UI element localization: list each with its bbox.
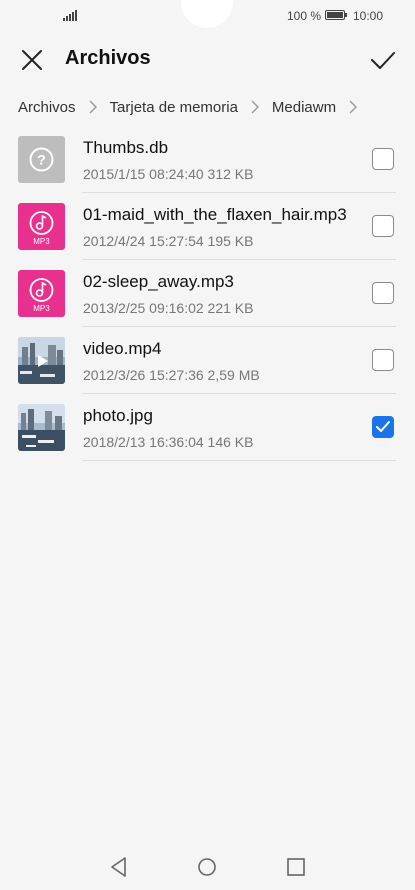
checkmark-icon: [371, 52, 395, 69]
unknown-file-icon: ?: [18, 136, 65, 183]
recent-apps-button[interactable]: [286, 857, 306, 877]
back-icon: [111, 857, 126, 877]
title-bar: Archivos: [0, 34, 415, 86]
list-item[interactable]: MP3 01-maid_with_the_flaxen_hair.mp3 201…: [0, 193, 415, 260]
breadcrumb-item-archivos[interactable]: Archivos: [18, 99, 76, 116]
file-name: video.mp4: [83, 339, 162, 358]
select-checkbox[interactable]: [372, 148, 394, 170]
svg-text:?: ?: [37, 152, 46, 168]
status-clock: 10:00: [352, 9, 383, 23]
chevron-right-icon: [82, 100, 104, 114]
list-item[interactable]: photo.jpg 2018/2/13 16:36:04 146 KB: [0, 394, 415, 461]
breadcrumb-item-tarjeta[interactable]: Tarjeta de memoria: [110, 99, 238, 116]
file-meta: 2012/4/24 15:27:54 195 KB: [83, 233, 254, 249]
list-item[interactable]: video.mp4 2012/3/26 15:27:36 2,59 MB: [0, 327, 415, 394]
confirm-button[interactable]: [369, 46, 397, 74]
mp3-badge: MP3: [33, 237, 50, 246]
chevron-right-icon: [244, 100, 266, 114]
check-icon: [376, 421, 390, 432]
navigation-bar: [0, 844, 415, 890]
battery-icon: [325, 10, 347, 20]
page-title: Archivos: [65, 47, 151, 69]
breadcrumb: Archivos Tarjeta de memoria Mediawm: [18, 96, 370, 118]
mp3-badge: MP3: [33, 304, 50, 313]
close-icon: [22, 50, 42, 70]
back-button[interactable]: [109, 856, 129, 878]
file-meta: 2015/1/15 08:24:40 312 KB: [83, 166, 254, 182]
file-meta: 2013/2/25 09:16:02 221 KB: [83, 300, 254, 316]
photo-thumbnail: [18, 404, 65, 451]
recent-apps-icon: [287, 858, 305, 876]
file-name: 01-maid_with_the_flaxen_hair.mp3: [83, 205, 347, 224]
battery-percentage: 100 %: [286, 9, 321, 23]
select-checkbox[interactable]: [372, 349, 394, 371]
music-file-icon: MP3: [18, 270, 65, 317]
music-file-icon: MP3: [18, 203, 65, 250]
video-thumbnail: [18, 337, 65, 384]
select-checkbox[interactable]: [372, 215, 394, 237]
chevron-right-icon: [342, 100, 364, 114]
list-item[interactable]: ? Thumbs.db 2015/1/15 08:24:40 312 KB: [0, 126, 415, 193]
file-name: 02-sleep_away.mp3: [83, 272, 234, 291]
file-meta: 2018/2/13 16:36:04 146 KB: [83, 434, 254, 450]
close-button[interactable]: [18, 46, 46, 74]
select-checkbox-checked[interactable]: [372, 416, 394, 438]
home-button[interactable]: [197, 857, 217, 877]
file-meta: 2012/3/26 15:27:36 2,59 MB: [83, 367, 260, 383]
list-item[interactable]: MP3 02-sleep_away.mp3 2013/2/25 09:16:02…: [0, 260, 415, 327]
file-name: Thumbs.db: [83, 138, 169, 157]
breadcrumb-item-mediawm[interactable]: Mediawm: [272, 99, 336, 116]
signal-icon: [63, 10, 77, 21]
file-list: ? Thumbs.db 2015/1/15 08:24:40 312 KB MP…: [0, 126, 415, 461]
select-checkbox[interactable]: [372, 282, 394, 304]
home-icon: [198, 858, 216, 876]
divider: [82, 460, 396, 461]
status-bar: 100 % 10:00: [0, 0, 415, 32]
file-name: photo.jpg: [83, 406, 153, 425]
